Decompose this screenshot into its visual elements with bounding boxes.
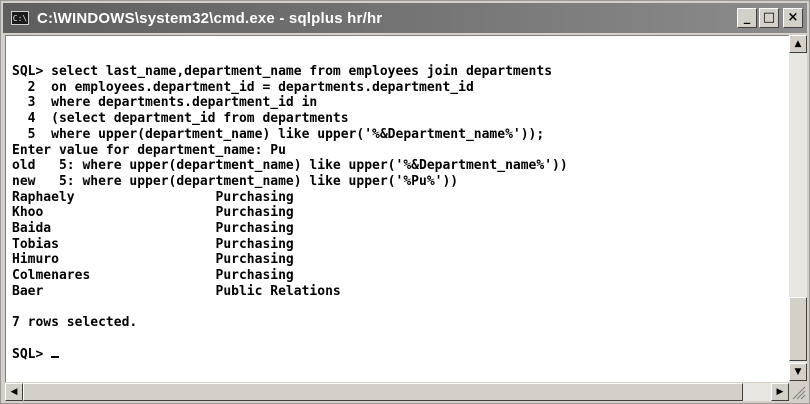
console-line: 4 (select department_id from departments — [12, 111, 349, 127]
scroll-left-button[interactable]: ◀ — [5, 383, 23, 401]
console-app-icon[interactable]: C:\ — [11, 11, 29, 25]
result-row: Raphaely Purchasing — [12, 189, 294, 205]
result-row: Himuro Purchasing — [12, 252, 294, 268]
window-title: C:\WINDOWS\system32\cmd.exe - sqlplus hr… — [37, 9, 383, 27]
scroll-down-button[interactable]: ▼ — [789, 363, 807, 381]
sql-prompt[interactable]: SQL> — [12, 347, 51, 362]
scroll-up-button[interactable]: ▲ — [789, 35, 807, 53]
vertical-scrollbar[interactable]: ▲ ▼ — [789, 35, 807, 381]
console-line: new 5: where upper(department_name) like… — [12, 173, 459, 189]
horizontal-scrollbar[interactable]: ◀ ▶ — [5, 383, 789, 401]
result-row: Khoo Purchasing — [12, 205, 294, 221]
minimize-button[interactable]: _ — [737, 8, 757, 28]
console-line: Enter value for department_name: Pu — [12, 142, 286, 158]
result-row: Tobias Purchasing — [12, 236, 294, 252]
close-button[interactable]: × — [783, 8, 803, 28]
result-row: Baida Purchasing — [12, 221, 294, 237]
scroll-right-button[interactable]: ▶ — [771, 383, 789, 401]
result-row: Baer Public Relations — [12, 283, 341, 299]
cmd-window: C:\ C:\WINDOWS\system32\cmd.exe - sqlplu… — [0, 0, 810, 404]
vertical-scroll-thumb[interactable] — [789, 297, 807, 361]
horizontal-scroll-thumb[interactable] — [23, 383, 743, 401]
result-row: Colmenares Purchasing — [12, 268, 294, 284]
resize-grip-icon[interactable] — [789, 383, 807, 401]
console-output: SQL> select last_name,department_name fr… — [6, 36, 790, 362]
console-line: 3 where departments.department_id in — [12, 95, 318, 111]
rows-selected-message: 7 rows selected. — [12, 315, 138, 331]
window-controls: _ □ × — [737, 8, 803, 28]
console-line: 5 where upper(department_name) like uppe… — [12, 126, 545, 142]
title-bar[interactable]: C:\ C:\WINDOWS\system32\cmd.exe - sqlplu… — [3, 3, 807, 33]
console-output-area[interactable]: SQL> select last_name,department_name fr… — [5, 35, 790, 382]
console-line: old 5: where upper(department_name) like… — [12, 158, 568, 174]
console-line: SQL> select last_name,department_name fr… — [12, 64, 553, 79]
maximize-button[interactable]: □ — [759, 8, 779, 28]
text-cursor — [51, 355, 60, 358]
console-line: 2 on employees.department_id = departmen… — [12, 79, 474, 95]
